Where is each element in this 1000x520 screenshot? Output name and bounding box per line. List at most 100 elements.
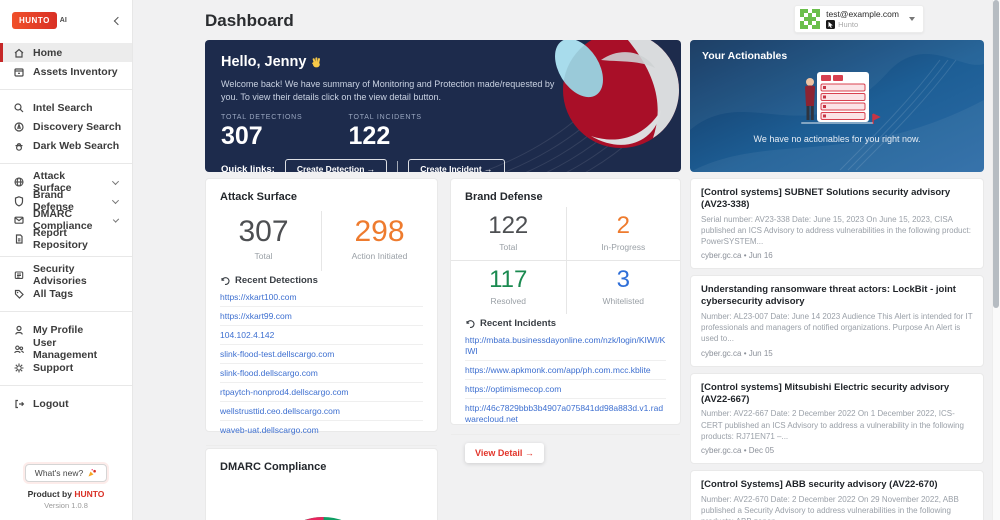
user-org: Hunto bbox=[838, 20, 859, 29]
chevron-down-icon[interactable] bbox=[112, 197, 120, 204]
chevron-down-icon[interactable] bbox=[112, 216, 120, 223]
sidebar-item-label: Dark Web Search bbox=[33, 139, 120, 152]
advisory-item[interactable]: [Control Systems] ABB security advisory … bbox=[690, 469, 984, 520]
stat-label: Whitelisted bbox=[602, 296, 645, 306]
sidebar-item-discovery-search[interactable]: Discovery Search bbox=[0, 117, 132, 136]
product-brand: HUNTO bbox=[74, 489, 105, 499]
hero-greeting-text: Hello, Jenny bbox=[221, 54, 307, 70]
user-menu[interactable]: test@example.com Hunto bbox=[794, 5, 924, 33]
sidebar-footer: What's new? Product by HUNTO Version 1.0… bbox=[0, 463, 132, 510]
incident-link[interactable]: http://mbata.businessdayonline.com/nzk/l… bbox=[465, 331, 666, 362]
stat-value: 122 bbox=[488, 212, 529, 239]
detection-link[interactable]: waveb-uat.dellscargo.com bbox=[220, 421, 423, 439]
sidebar-item-security-advisories[interactable]: Security Advisories bbox=[0, 262, 132, 287]
hero-content: Hello, Jenny Welcome back! We have summa… bbox=[205, 40, 681, 172]
home-icon bbox=[14, 48, 24, 58]
assets-inventory-icon bbox=[14, 67, 24, 77]
sidebar-item-support[interactable]: Support bbox=[0, 358, 132, 377]
stat-total: 122 Total bbox=[451, 207, 566, 260]
incident-link[interactable]: https://optimismecop.com bbox=[465, 380, 666, 400]
advisory-meta: cyber.gc.ca • Jun 16 bbox=[701, 251, 773, 261]
sidebar-item-user-management[interactable]: User Management bbox=[0, 336, 132, 361]
sidebar-item-label: User Management bbox=[33, 336, 98, 361]
history-icon bbox=[221, 276, 230, 285]
sidebar-item-dark-web-search[interactable]: Dark Web Search bbox=[0, 136, 132, 155]
stat-action-initiated: 298 Action Initiated bbox=[321, 211, 437, 271]
sidebar-divider bbox=[0, 89, 132, 90]
party-popper-icon bbox=[88, 469, 97, 477]
sidebar-item-logout[interactable]: Logout bbox=[0, 394, 132, 413]
sidebar-item-intel-search[interactable]: Intel Search bbox=[0, 98, 132, 117]
sidebar-item-home[interactable]: Home bbox=[0, 43, 132, 62]
sidebar-item-assets-inventory[interactable]: Assets Inventory bbox=[0, 62, 132, 81]
gear-icon bbox=[14, 363, 24, 372]
envelope-icon bbox=[14, 216, 24, 224]
detection-link[interactable]: https://xkart100.com bbox=[220, 288, 423, 308]
dmarc-compliance-card: DMARC Compliance bbox=[205, 448, 438, 520]
newspaper-icon bbox=[14, 270, 24, 279]
advisory-meta: cyber.gc.ca • Jun 15 bbox=[701, 348, 773, 358]
user-email: test@example.com bbox=[826, 9, 899, 19]
empty-actionables-illustration bbox=[801, 72, 881, 124]
sidebar-item-label: Intel Search bbox=[33, 101, 93, 114]
recent-detections-list: https://xkart100.com https://xkart99.com… bbox=[206, 288, 437, 439]
brand-defense-title: Brand Defense bbox=[465, 191, 543, 203]
stat-label: Action Initiated bbox=[351, 251, 408, 261]
view-detail-button[interactable]: View Detail → bbox=[465, 443, 544, 464]
create-detection-button[interactable]: Create Detection → bbox=[284, 159, 388, 172]
recent-incidents-list: http://mbata.businessdayonline.com/nzk/l… bbox=[451, 331, 680, 428]
stat-label: TOTAL INCIDENTS bbox=[348, 114, 422, 122]
actionables-title: Your Actionables bbox=[702, 50, 788, 62]
stat-value: 122 bbox=[348, 122, 391, 151]
create-incident-button[interactable]: Create Incident → bbox=[408, 159, 505, 172]
logo-row: HUNTO AI bbox=[0, 0, 132, 43]
advisory-item[interactable]: [Control systems] Mitsubishi Electric se… bbox=[690, 372, 984, 464]
incident-link[interactable]: http://46c7829bbb3b4907a075841dd98a883d.… bbox=[465, 399, 666, 428]
sidebar-item-report-repository[interactable]: Report Repository bbox=[0, 227, 132, 251]
advisory-item[interactable]: Understanding ransomware threat actors: … bbox=[690, 275, 984, 367]
whats-new-button[interactable]: What's new? bbox=[24, 464, 108, 482]
hunto-cursor-icon bbox=[826, 20, 836, 29]
sidebar-collapse-icon[interactable] bbox=[112, 16, 122, 26]
users-icon bbox=[14, 345, 24, 353]
attack-surface-stats: 307 Total 298 Action Initiated bbox=[206, 211, 437, 271]
sidebar-item-label: All Tags bbox=[33, 287, 74, 300]
detection-link[interactable]: slink-flood.dellscargo.com bbox=[220, 364, 423, 384]
button-separator bbox=[397, 161, 399, 172]
sidebar-item-all-tags[interactable]: All Tags bbox=[0, 284, 132, 303]
scrollbar-thumb[interactable] bbox=[993, 0, 999, 308]
wave-emoji bbox=[312, 56, 321, 67]
detection-link[interactable]: slink-flood-test.dellscargo.com bbox=[220, 345, 423, 365]
advisory-body: Number: AV22-667 Date: 2 December 2022 O… bbox=[701, 409, 964, 441]
recent-detections-label: Recent Detections bbox=[235, 275, 318, 286]
sidebar-divider bbox=[0, 385, 132, 386]
tag-icon bbox=[14, 289, 24, 299]
sidebar-item-label: Discovery Search bbox=[33, 120, 122, 133]
user-texts: test@example.com Hunto bbox=[826, 9, 899, 29]
dashboard-page: HUNTO AI Home Assets Inventory Intel Sea… bbox=[0, 0, 1000, 520]
stat-label: Total bbox=[499, 242, 518, 252]
chevron-down-icon[interactable] bbox=[112, 177, 120, 186]
sidebar-item-label: Security Advisories bbox=[33, 262, 87, 287]
detection-link[interactable]: https://xkart99.com bbox=[220, 307, 423, 327]
hero-greeting: Hello, Jenny bbox=[221, 54, 665, 70]
search-icon bbox=[14, 102, 24, 112]
document-icon bbox=[15, 233, 23, 244]
quick-links-row: Quick links: Create Detection → Create I… bbox=[221, 159, 665, 172]
globe-icon bbox=[14, 176, 24, 187]
stat-value: 2 bbox=[616, 212, 630, 239]
detection-link[interactable]: wellstrusttid.ceo.dellscargo.com bbox=[220, 402, 423, 422]
user-org-row: Hunto bbox=[826, 20, 899, 29]
shield-icon bbox=[14, 195, 24, 207]
stat-label: Resolved bbox=[490, 296, 526, 306]
sidebar-divider bbox=[0, 311, 132, 312]
stat-in-progress: 2 In-Progress bbox=[565, 207, 681, 260]
detection-link[interactable]: rtpaytch-nonprod4.dellscargo.com bbox=[220, 383, 423, 403]
sidebar-divider bbox=[0, 163, 132, 164]
advisory-item[interactable]: [Control systems] SUBNET Solutions secur… bbox=[690, 178, 984, 270]
hero-message: Welcome back! We have summary of Monitor… bbox=[221, 79, 555, 103]
advisory-title: Understanding ransomware threat actors: … bbox=[701, 284, 956, 308]
stat-resolved: 117 Resolved bbox=[451, 260, 566, 314]
incident-link[interactable]: https://www.apkmonk.com/app/ph.com.mcc.k… bbox=[465, 361, 666, 381]
detection-link[interactable]: 104.102.4.142 bbox=[220, 326, 423, 346]
